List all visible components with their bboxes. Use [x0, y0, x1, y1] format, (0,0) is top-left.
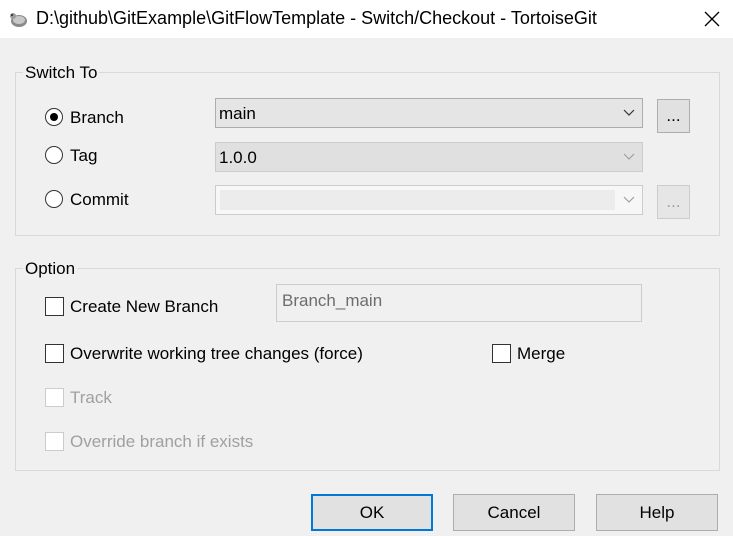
commit-radio[interactable] [45, 190, 63, 208]
browse-branch-button[interactable]: ... [657, 99, 690, 133]
close-button[interactable] [690, 0, 733, 38]
override-branch-label[interactable]: Override branch if exists [70, 432, 253, 452]
branch-select[interactable]: main [215, 98, 643, 128]
commit-radio-label[interactable]: Commit [70, 190, 129, 210]
new-branch-name-field[interactable]: Branch_main [276, 284, 642, 322]
chevron-down-icon [623, 109, 635, 116]
window-title: D:\github\GitExample\GitFlowTemplate - S… [36, 8, 597, 28]
ok-button[interactable]: OK [311, 494, 433, 531]
create-new-branch-label[interactable]: Create New Branch [70, 297, 218, 317]
tortoisegit-icon [8, 8, 30, 30]
chevron-down-icon [623, 196, 635, 203]
option-group-label: Option [23, 259, 78, 279]
browse-branch-button-label: ... [666, 106, 681, 125]
chevron-down-icon [623, 153, 635, 160]
merge-label[interactable]: Merge [517, 344, 565, 364]
commit-select[interactable] [215, 185, 643, 215]
track-label[interactable]: Track [70, 388, 112, 408]
branch-radio-label[interactable]: Branch [70, 108, 124, 128]
merge-checkbox[interactable] [492, 344, 511, 363]
browse-commit-button-label: ... [666, 192, 681, 211]
overwrite-checkbox[interactable] [45, 344, 64, 363]
cancel-button[interactable]: Cancel [453, 494, 575, 531]
override-branch-checkbox[interactable] [45, 432, 64, 451]
branch-radio[interactable] [45, 108, 63, 126]
tag-select[interactable]: 1.0.0 [215, 142, 643, 172]
track-checkbox[interactable] [45, 388, 64, 407]
commit-select-field [220, 190, 615, 210]
create-new-branch-checkbox[interactable] [45, 297, 64, 316]
tag-radio-label[interactable]: Tag [70, 146, 97, 166]
new-branch-name-value: Branch_main [282, 291, 383, 310]
overwrite-label[interactable]: Overwrite working tree changes (force) [70, 344, 363, 364]
help-button[interactable]: Help [596, 494, 718, 531]
close-icon [704, 11, 720, 27]
switch-to-group-label: Switch To [23, 63, 100, 83]
browse-commit-button[interactable]: ... [657, 185, 690, 219]
tag-radio[interactable] [45, 146, 63, 164]
tag-select-value: 1.0.0 [219, 148, 257, 167]
branch-select-value: main [219, 104, 256, 123]
